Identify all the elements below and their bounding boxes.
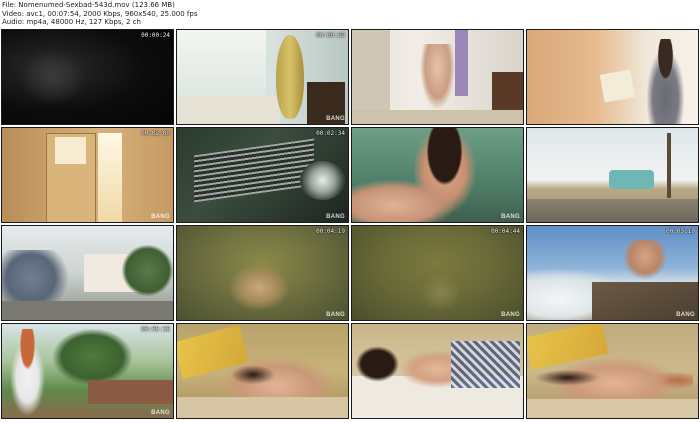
bang-watermark: BANG	[151, 410, 170, 416]
thumbnail-11[interactable]: 00:04:44 BANG	[351, 225, 524, 321]
bang-watermark: BANG	[676, 312, 695, 318]
thumbnail-5[interactable]: 00:02:00 BANG	[1, 127, 174, 223]
thumbnail-16[interactable]	[526, 323, 699, 419]
bang-watermark: BANG	[501, 312, 520, 318]
file-info-line: File: Nomenumed-Sexbad-543d.mov (123.66 …	[2, 1, 175, 9]
timestamp: 00:02:00	[141, 130, 170, 137]
thumbnail-12[interactable]: 00:05:10 BANG	[526, 225, 699, 321]
timestamp: 00:00:59	[316, 32, 345, 39]
file-info-header: File: Nomenumed-Sexbad-543d.mov (123.66 …	[2, 1, 698, 27]
bang-watermark: BANG	[151, 214, 170, 220]
timestamp: 00:02:34	[316, 130, 345, 137]
bang-watermark: BANG	[326, 116, 345, 122]
timestamp: 00:00:24	[141, 32, 170, 39]
thumbnail-1[interactable]: 00:00:24	[1, 29, 174, 125]
thumbnail-14[interactable]	[176, 323, 349, 419]
bang-watermark: BANG	[501, 214, 520, 220]
timestamp: 00:05:36	[141, 326, 170, 333]
thumbnail-9[interactable]	[1, 225, 174, 321]
audio-info-line: Audio: mp4a, 48000 Hz, 127 Kbps, 2 ch	[2, 18, 141, 26]
thumbnail-8[interactable]	[526, 127, 699, 223]
timestamp: 00:04:19	[316, 228, 345, 235]
thumbnail-10[interactable]: 00:04:19 BANG	[176, 225, 349, 321]
thumbnail-4[interactable]	[526, 29, 699, 125]
thumbnail-13[interactable]: 00:05:36 BANG	[1, 323, 174, 419]
bang-watermark: BANG	[326, 214, 345, 220]
thumbnail-7[interactable]: BANG	[351, 127, 524, 223]
bang-watermark: BANG	[326, 312, 345, 318]
thumbnail-6[interactable]: 00:02:34 BANG	[176, 127, 349, 223]
thumbnail-grid: 00:00:24 00:00:59 BANG 00:02:00 BANG 00:…	[1, 29, 699, 423]
thumbnail-15[interactable]	[351, 323, 524, 419]
thumbnail-2[interactable]: 00:00:59 BANG	[176, 29, 349, 125]
video-info-line: Video: avc1, 00:07:54, 2000 Kbps, 960x54…	[2, 9, 198, 18]
thumbnail-3[interactable]	[351, 29, 524, 125]
timestamp: 00:05:10	[666, 228, 695, 235]
timestamp: 00:04:44	[491, 228, 520, 235]
